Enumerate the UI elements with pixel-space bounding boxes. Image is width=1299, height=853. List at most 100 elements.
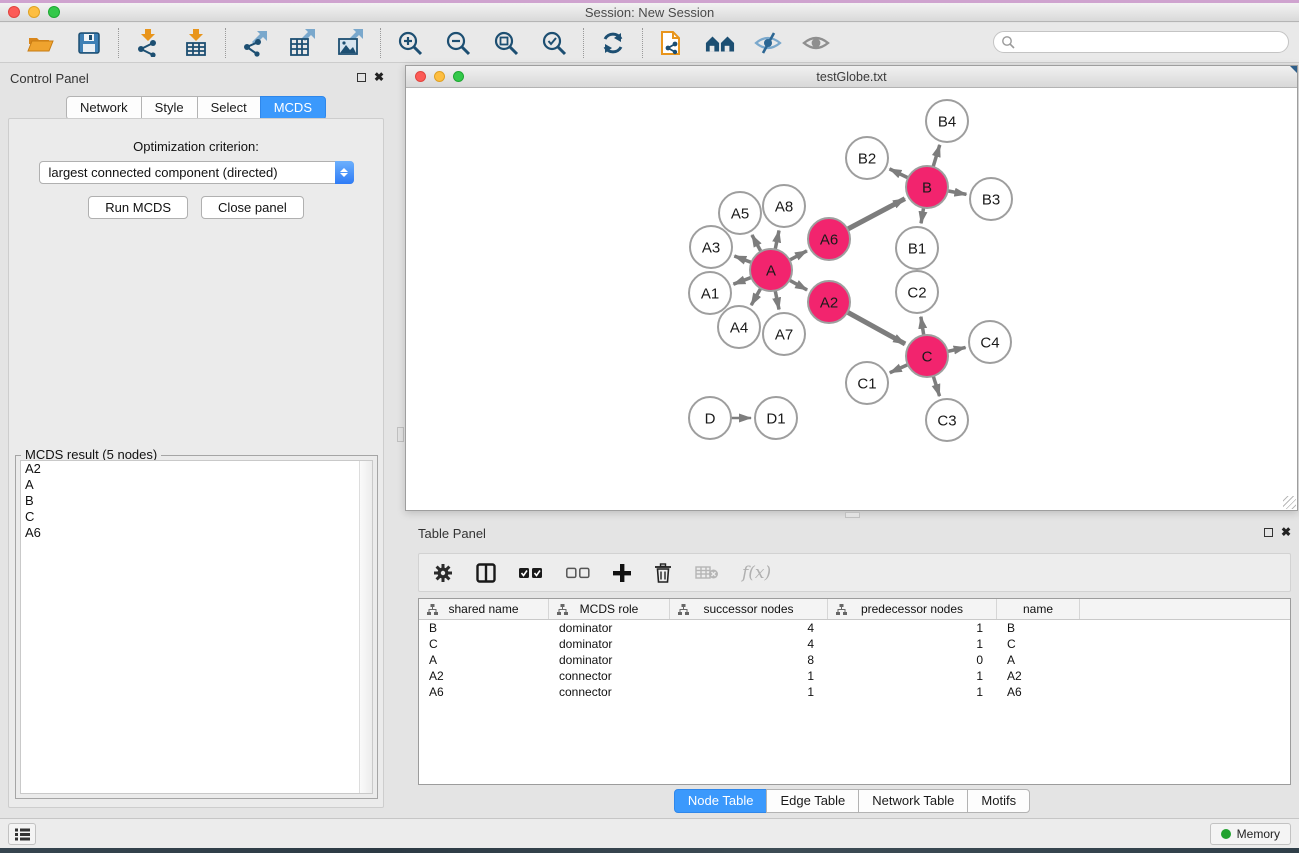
criterion-select[interactable]: largest connected component (directed) xyxy=(39,161,354,184)
column-header-name[interactable]: name xyxy=(997,599,1080,619)
list-item[interactable]: B xyxy=(21,493,372,509)
open-file-button[interactable] xyxy=(26,28,56,58)
table-row[interactable]: Adominator80A xyxy=(419,652,1290,668)
network-graph[interactable]: B4 B2 B B3 A8A5 A6 A3 B1 A C2 A1 A2 A4A7 C4 C C1 D D1 C3 xyxy=(406,88,1297,510)
cell-name: A xyxy=(997,653,1080,667)
graph-node-B1[interactable]: B1 xyxy=(896,227,938,269)
cell-successor-nodes: 4 xyxy=(670,621,828,635)
column-header-predecessor-nodes[interactable]: predecessor nodes xyxy=(828,599,997,619)
graph-node-A5[interactable]: A5 xyxy=(719,192,761,234)
graph-node-B[interactable]: B xyxy=(906,166,948,208)
zoom-out-button[interactable] xyxy=(443,28,473,58)
app-title: Session: New Session xyxy=(0,5,1299,20)
tab-select[interactable]: Select xyxy=(197,96,261,120)
graph-node-A4[interactable]: A4 xyxy=(718,306,760,348)
zoom-fit-button[interactable] xyxy=(491,28,521,58)
graph-node-B4[interactable]: B4 xyxy=(926,100,968,142)
first-neighbors-button[interactable] xyxy=(705,28,735,58)
mcds-result-list[interactable]: A2ABCA6 xyxy=(20,460,373,794)
show-columns-button[interactable] xyxy=(476,563,496,583)
list-item[interactable]: A xyxy=(21,477,372,493)
network-canvas[interactable]: B4 B2 B B3 A8A5 A6 A3 B1 A C2 A1 A2 A4A7 C4 C C1 D D1 C3 xyxy=(406,88,1297,510)
table-row[interactable]: Bdominator41B xyxy=(419,620,1290,636)
vertical-splitter-handle[interactable] xyxy=(397,427,404,442)
search-field[interactable] xyxy=(993,31,1289,53)
float-panel-icon[interactable] xyxy=(1264,528,1273,537)
graph-node-A3[interactable]: A3 xyxy=(690,226,732,268)
close-panel-button[interactable]: Close panel xyxy=(201,196,304,219)
column-header-MCDS-role[interactable]: MCDS role xyxy=(549,599,670,619)
tab-style[interactable]: Style xyxy=(141,96,198,120)
zoom-in-button[interactable] xyxy=(395,28,425,58)
delete-column-button[interactable] xyxy=(654,563,672,583)
export-network-button[interactable] xyxy=(240,28,270,58)
import-network-button[interactable] xyxy=(133,28,163,58)
close-panel-icon[interactable]: ✖ xyxy=(374,72,384,83)
save-icon xyxy=(77,31,101,55)
tab-network-table[interactable]: Network Table xyxy=(858,789,968,813)
graph-node-D1[interactable]: D1 xyxy=(755,397,797,439)
export-image-button[interactable] xyxy=(336,28,366,58)
new-network-from-selection-button[interactable] xyxy=(657,28,687,58)
graph-node-C1[interactable]: C1 xyxy=(846,362,888,404)
graph-node-D[interactable]: D xyxy=(689,397,731,439)
tab-network[interactable]: Network xyxy=(66,96,142,120)
graph-node-C4[interactable]: C4 xyxy=(969,321,1011,363)
create-column-button[interactable] xyxy=(613,564,631,582)
table-options-button[interactable] xyxy=(433,563,453,583)
window-resize-grip[interactable] xyxy=(1283,496,1296,509)
graph-node-A7[interactable]: A7 xyxy=(763,313,805,355)
close-panel-icon[interactable]: ✖ xyxy=(1281,527,1291,538)
tab-mcds[interactable]: MCDS xyxy=(260,96,326,120)
node-table[interactable]: shared nameMCDS rolesuccessor nodesprede… xyxy=(418,598,1291,785)
graph-node-C3[interactable]: C3 xyxy=(926,399,968,441)
memory-button[interactable]: Memory xyxy=(1210,823,1291,845)
app-titlebar: Session: New Session xyxy=(0,3,1299,22)
graph-node-A2[interactable]: A2 xyxy=(808,281,850,323)
horizontal-splitter-handle[interactable] xyxy=(845,512,860,518)
tab-node-table[interactable]: Node Table xyxy=(674,789,768,813)
graph-node-C[interactable]: C xyxy=(906,335,948,377)
save-session-button[interactable] xyxy=(74,28,104,58)
column-header-shared-name[interactable]: shared name xyxy=(419,599,549,619)
zoom-selected-button[interactable] xyxy=(539,28,569,58)
list-item[interactable]: C xyxy=(21,509,372,525)
table-row[interactable]: A2connector11A2 xyxy=(419,668,1290,684)
cell-shared-name: A6 xyxy=(419,685,549,699)
search-input[interactable] xyxy=(1015,33,1288,51)
export-table-button[interactable] xyxy=(288,28,318,58)
hide-selected-button[interactable] xyxy=(753,28,783,58)
cell-shared-name: A2 xyxy=(419,669,549,683)
svg-text:C3: C3 xyxy=(937,412,956,429)
graph-node-A8[interactable]: A8 xyxy=(763,185,805,227)
tab-edge-table[interactable]: Edge Table xyxy=(766,789,859,813)
graph-node-A[interactable]: A xyxy=(750,249,792,291)
column-header-successor-nodes[interactable]: successor nodes xyxy=(670,599,828,619)
tab-motifs[interactable]: Motifs xyxy=(967,789,1030,813)
cell-successor-nodes: 1 xyxy=(670,685,828,699)
graph-node-C2[interactable]: C2 xyxy=(896,271,938,313)
columns-icon xyxy=(476,563,496,583)
graph-node-A1[interactable]: A1 xyxy=(689,272,731,314)
float-panel-icon[interactable] xyxy=(357,73,366,82)
graph-node-A6[interactable]: A6 xyxy=(808,218,850,260)
select-all-button[interactable] xyxy=(519,567,543,579)
refresh-layout-button[interactable] xyxy=(598,28,628,58)
import-table-button[interactable] xyxy=(181,28,211,58)
network-window-titlebar[interactable]: testGlobe.txt xyxy=(406,66,1297,88)
table-row[interactable]: A6connector11A6 xyxy=(419,684,1290,700)
show-all-button[interactable] xyxy=(801,28,831,58)
deselect-all-button[interactable] xyxy=(566,567,590,579)
graph-node-B3[interactable]: B3 xyxy=(970,178,1012,220)
graph-node-B2[interactable]: B2 xyxy=(846,137,888,179)
table-row[interactable]: Cdominator41C xyxy=(419,636,1290,652)
show-panels-button[interactable] xyxy=(8,823,36,845)
control-panel-title: Control Panel xyxy=(10,71,89,86)
list-scrollbar[interactable] xyxy=(359,461,372,793)
list-item[interactable]: A6 xyxy=(21,525,372,541)
main-toolbar xyxy=(0,23,1299,63)
select-stepper-icon xyxy=(335,161,354,184)
run-mcds-button[interactable]: Run MCDS xyxy=(88,196,188,219)
list-item[interactable]: A2 xyxy=(21,461,372,477)
cell-successor-nodes: 8 xyxy=(670,653,828,667)
